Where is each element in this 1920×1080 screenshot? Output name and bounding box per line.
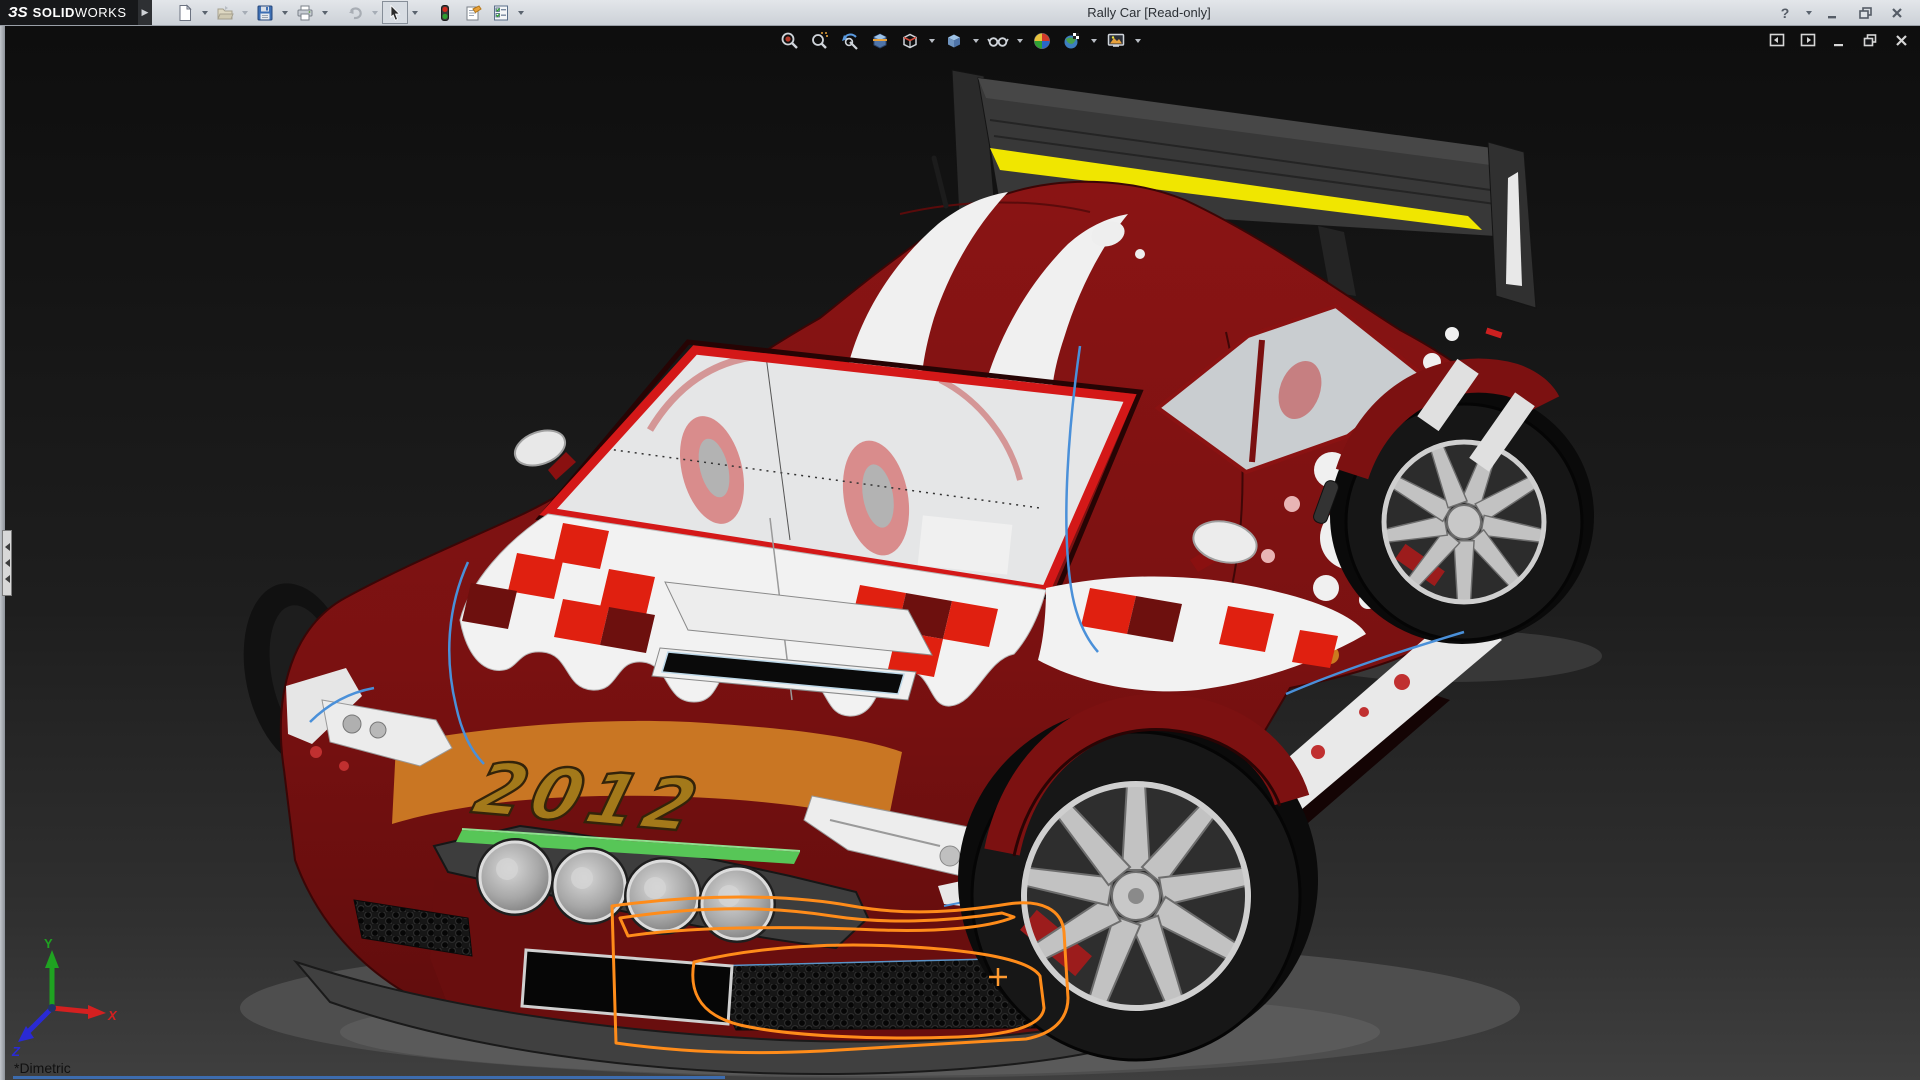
- help-dropdown[interactable]: [1804, 1, 1814, 24]
- close-document-icon: [1894, 33, 1909, 48]
- zoom-to-area-button[interactable]: [808, 29, 832, 53]
- solidworks-logo: ЗS SOLIDWORKS: [0, 0, 138, 25]
- apply-scene-dropdown[interactable]: [1090, 29, 1098, 53]
- ds-logo-mark: ЗS: [8, 4, 28, 21]
- close-icon: [1890, 6, 1904, 20]
- solidworks-window: ЗS SOLIDWORKS ▶: [0, 0, 1920, 1080]
- triad-y-label: Y: [44, 936, 53, 951]
- view-settings-icon: [1106, 31, 1126, 51]
- select-cursor-icon: [386, 4, 404, 22]
- options-checklist-icon: [492, 4, 510, 22]
- new-document-icon: [176, 4, 194, 22]
- menu-expand-arrow[interactable]: ▶: [138, 0, 152, 25]
- apply-scene-button[interactable]: [1060, 29, 1084, 53]
- new-dropdown[interactable]: [200, 1, 210, 24]
- window-controls: ?: [1772, 0, 1920, 25]
- rally-car-3d-scene[interactable]: 2012: [0, 26, 1920, 1080]
- pane-left-icon: [1769, 32, 1785, 48]
- document-window-controls: [1768, 31, 1910, 49]
- restore-document-button[interactable]: [1861, 31, 1879, 49]
- open-folder-icon: [216, 4, 234, 22]
- triad-x-label: X: [107, 1008, 118, 1023]
- print-dropdown[interactable]: [320, 1, 330, 24]
- previous-view-button[interactable]: [838, 29, 862, 53]
- display-style-icon: [944, 31, 964, 51]
- rebuild-button[interactable]: [432, 1, 458, 24]
- expand-pane-left-button[interactable]: [1768, 31, 1786, 49]
- traffic-light-icon: [436, 4, 454, 22]
- minimize-icon: [1826, 6, 1840, 20]
- minimize-document-button[interactable]: [1830, 31, 1848, 49]
- status-bar-edge: [13, 1076, 725, 1079]
- restore-icon: [1858, 6, 1873, 20]
- view-orientation-label: *Dimetric: [14, 1060, 71, 1076]
- restore-button[interactable]: [1852, 3, 1878, 23]
- collapse-arrow-icon: [5, 543, 10, 551]
- undo-dropdown[interactable]: [370, 1, 380, 24]
- zoom-to-fit-icon: [780, 31, 800, 51]
- file-properties-button[interactable]: [460, 1, 486, 24]
- new-button[interactable]: [172, 1, 198, 24]
- title-bar: ЗS SOLIDWORKS ▶: [0, 0, 1920, 26]
- appearance-ball-icon: [1032, 31, 1052, 51]
- zoom-to-fit-button[interactable]: [778, 29, 802, 53]
- file-properties-icon: [464, 4, 482, 22]
- window-title: Rally Car [Read-only]: [526, 0, 1772, 25]
- hide-show-items-button[interactable]: [986, 29, 1010, 53]
- view-settings-dropdown[interactable]: [1134, 29, 1142, 53]
- edit-appearance-button[interactable]: [1030, 29, 1054, 53]
- zoom-to-area-icon: [810, 31, 830, 51]
- view-settings-button[interactable]: [1104, 29, 1128, 53]
- options-dropdown[interactable]: [516, 1, 526, 24]
- open-dropdown[interactable]: [240, 1, 250, 24]
- roof-antenna: [934, 158, 946, 206]
- graphics-viewport[interactable]: 2012: [0, 26, 1920, 1080]
- brand-bold: SOLID: [33, 5, 75, 20]
- display-style-button[interactable]: [942, 29, 966, 53]
- undo-icon: [346, 4, 364, 22]
- display-style-dropdown[interactable]: [972, 29, 980, 53]
- section-view-icon: [870, 31, 890, 51]
- minimize-document-icon: [1832, 33, 1847, 48]
- view-orientation-dropdown[interactable]: [928, 29, 936, 53]
- apply-scene-icon: [1062, 31, 1082, 51]
- hide-show-items-dropdown[interactable]: [1016, 29, 1024, 53]
- triad-z-label: Z: [11, 1044, 21, 1059]
- view-orientation-icon: [900, 31, 920, 51]
- expand-pane-right-button[interactable]: [1799, 31, 1817, 49]
- close-button[interactable]: [1884, 3, 1910, 23]
- options-button[interactable]: [488, 1, 514, 24]
- save-button[interactable]: [252, 1, 278, 24]
- left-mirror[interactable]: [510, 424, 576, 480]
- previous-view-icon: [840, 31, 860, 51]
- eyeglasses-icon: [987, 31, 1009, 51]
- panel-splitter-handle[interactable]: [2, 530, 12, 596]
- undo-button[interactable]: [342, 1, 368, 24]
- close-document-button[interactable]: [1892, 31, 1910, 49]
- section-view-button[interactable]: [868, 29, 892, 53]
- help-button[interactable]: ?: [1772, 3, 1798, 23]
- print-button[interactable]: [292, 1, 318, 24]
- standard-toolbar: [152, 0, 526, 25]
- save-dropdown[interactable]: [280, 1, 290, 24]
- pane-right-icon: [1800, 32, 1816, 48]
- collapse-arrow-icon: [5, 559, 10, 567]
- minimize-button[interactable]: [1820, 3, 1846, 23]
- brand-light: WORKS: [75, 5, 127, 20]
- print-icon: [296, 4, 314, 22]
- open-button[interactable]: [212, 1, 238, 24]
- heads-up-view-toolbar: [778, 29, 1142, 53]
- select-button[interactable]: [382, 1, 408, 24]
- view-orientation-button[interactable]: [898, 29, 922, 53]
- collapse-arrow-icon: [5, 575, 10, 583]
- reference-triad: Y X Z: [11, 936, 118, 1059]
- restore-document-icon: [1862, 33, 1878, 48]
- save-floppy-icon: [256, 4, 274, 22]
- select-dropdown[interactable]: [410, 1, 420, 24]
